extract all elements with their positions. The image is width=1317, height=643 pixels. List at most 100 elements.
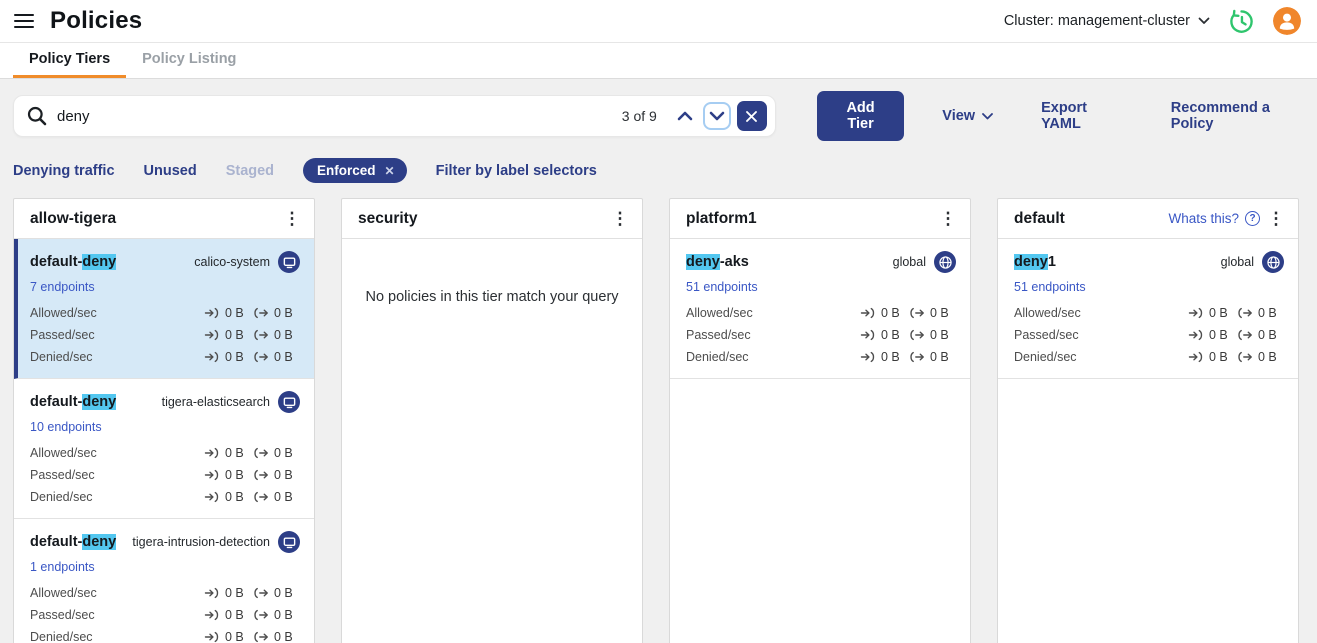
tier-name: default — [1014, 210, 1168, 228]
search-highlight: deny — [1014, 254, 1048, 270]
policy-name: deny1 — [1014, 254, 1221, 270]
policy-card[interactable]: default-deny calico-system 7 endpoints A… — [14, 239, 314, 379]
outbound-traffic: 0 B — [253, 586, 300, 600]
outbound-traffic: 0 B — [253, 328, 300, 342]
search-next-button[interactable] — [703, 102, 731, 130]
outbound-traffic: 0 B — [253, 468, 300, 482]
kebab-menu-icon[interactable]: ⋮ — [608, 209, 632, 229]
inbound-traffic: 0 B — [204, 306, 251, 320]
policy-card[interactable]: default-deny tigera-intrusion-detection … — [14, 519, 314, 643]
namespace-icon — [278, 531, 300, 553]
chevron-down-icon — [982, 113, 993, 120]
inbound-traffic: 0 B — [1188, 350, 1235, 364]
empty-tier-message: No policies in this tier match your quer… — [342, 239, 642, 305]
recommend-policy-button[interactable]: Recommend a Policy — [1171, 100, 1304, 132]
filter-staged[interactable]: Staged — [226, 163, 274, 179]
tiers-row: allow-tigera ⋮ default-deny calico-syste… — [13, 198, 1304, 643]
outbound-traffic: 0 B — [909, 350, 956, 364]
kebab-menu-icon[interactable]: ⋮ — [1264, 209, 1288, 229]
policy-card[interactable]: default-deny tigera-elasticsearch 10 end… — [14, 379, 314, 519]
inbound-traffic: 0 B — [204, 586, 251, 600]
endpoints-link[interactable]: 7 endpoints — [30, 280, 95, 294]
export-yaml-button[interactable]: Export YAML — [1041, 100, 1123, 132]
tab-policy-tiers[interactable]: Policy Tiers — [13, 43, 126, 78]
user-avatar-icon[interactable] — [1273, 7, 1301, 35]
global-icon — [934, 251, 956, 273]
search-icon — [26, 105, 48, 127]
tab-bar: Policy Tiers Policy Listing — [0, 42, 1317, 79]
tier-column-security: security ⋮ No policies in this tier matc… — [341, 198, 643, 643]
inbound-traffic: 0 B — [204, 490, 251, 504]
view-dropdown[interactable]: View — [942, 108, 993, 124]
namespace-label: calico-system — [194, 255, 270, 269]
close-icon[interactable]: ✕ — [385, 165, 395, 177]
search-prev-button[interactable] — [671, 102, 699, 130]
search-highlight: deny — [82, 394, 116, 410]
tier-column-default: default Whats this? ? ⋮ deny1 global 51 … — [997, 198, 1299, 643]
page-title: Policies — [50, 7, 142, 35]
search-match-counter: 3 of 9 — [622, 108, 657, 124]
search-highlight: deny — [686, 254, 720, 270]
endpoints-link[interactable]: 1 endpoints — [30, 560, 95, 574]
app-header: Policies Cluster: management-cluster — [0, 0, 1317, 42]
history-icon[interactable] — [1228, 8, 1255, 35]
scope-label: global — [1221, 255, 1254, 269]
namespace-icon — [278, 251, 300, 273]
add-tier-button[interactable]: Add Tier — [817, 91, 904, 141]
outbound-traffic: 0 B — [253, 490, 300, 504]
filter-unused[interactable]: Unused — [144, 163, 197, 179]
endpoints-link[interactable]: 10 endpoints — [30, 420, 102, 434]
scope-label: global — [893, 255, 926, 269]
filter-row: Denying traffic Unused Staged Enforced ✕… — [13, 158, 1304, 183]
policy-name: default-deny — [30, 394, 162, 410]
inbound-traffic: 0 B — [860, 306, 907, 320]
namespace-icon — [278, 391, 300, 413]
outbound-traffic: 0 B — [909, 306, 956, 320]
policy-card[interactable]: deny1 global 51 endpoints Allowed/sec0 B… — [998, 239, 1298, 379]
outbound-traffic: 0 B — [253, 306, 300, 320]
cluster-selector-label: Cluster: management-cluster — [1004, 13, 1190, 29]
filter-denying-traffic[interactable]: Denying traffic — [13, 163, 115, 179]
help-icon: ? — [1245, 211, 1260, 226]
kebab-menu-icon[interactable]: ⋮ — [280, 209, 304, 229]
filter-label-selectors[interactable]: Filter by label selectors — [436, 163, 597, 179]
kebab-menu-icon[interactable]: ⋮ — [936, 209, 960, 229]
outbound-traffic: 0 B — [1237, 350, 1284, 364]
inbound-traffic: 0 B — [204, 328, 251, 342]
endpoints-link[interactable]: 51 endpoints — [686, 280, 758, 294]
chevron-up-icon — [677, 111, 693, 121]
tab-policy-listing[interactable]: Policy Listing — [126, 43, 252, 78]
tier-column-platform1: platform1 ⋮ deny-aks global 51 endpoints… — [669, 198, 971, 643]
inbound-traffic: 0 B — [860, 350, 907, 364]
inbound-traffic: 0 B — [204, 446, 251, 460]
inbound-traffic: 0 B — [860, 328, 907, 342]
outbound-traffic: 0 B — [1237, 328, 1284, 342]
menu-icon[interactable] — [14, 14, 34, 28]
chevron-down-icon — [709, 111, 725, 121]
inbound-traffic: 0 B — [204, 350, 251, 364]
endpoints-link[interactable]: 51 endpoints — [1014, 280, 1086, 294]
policy-card[interactable]: deny-aks global 51 endpoints Allowed/sec… — [670, 239, 970, 379]
outbound-traffic: 0 B — [253, 446, 300, 460]
inbound-traffic: 0 B — [204, 608, 251, 622]
search-input[interactable] — [57, 108, 622, 125]
toolbar: 3 of 9 Add Tier View Export YAML Recomme… — [13, 91, 1304, 141]
tier-name: allow-tigera — [30, 210, 280, 228]
outbound-traffic: 0 B — [909, 328, 956, 342]
filter-enforced-chip[interactable]: Enforced ✕ — [303, 158, 407, 183]
outbound-traffic: 0 B — [253, 630, 300, 643]
inbound-traffic: 0 B — [204, 630, 251, 643]
search-highlight: deny — [82, 254, 116, 270]
whats-this-link[interactable]: Whats this? ? — [1168, 211, 1260, 226]
namespace-label: tigera-elasticsearch — [162, 395, 270, 409]
content-area: 3 of 9 Add Tier View Export YAML Recomme… — [0, 79, 1317, 643]
namespace-label: tigera-intrusion-detection — [132, 535, 270, 549]
search-clear-button[interactable] — [737, 101, 767, 131]
outbound-traffic: 0 B — [253, 350, 300, 364]
global-icon — [1262, 251, 1284, 273]
tier-column-allow-tigera: allow-tigera ⋮ default-deny calico-syste… — [13, 198, 315, 643]
cluster-selector[interactable]: Cluster: management-cluster — [1004, 13, 1210, 29]
inbound-traffic: 0 B — [1188, 306, 1235, 320]
chevron-down-icon — [1198, 17, 1210, 25]
tier-name: security — [358, 210, 608, 228]
